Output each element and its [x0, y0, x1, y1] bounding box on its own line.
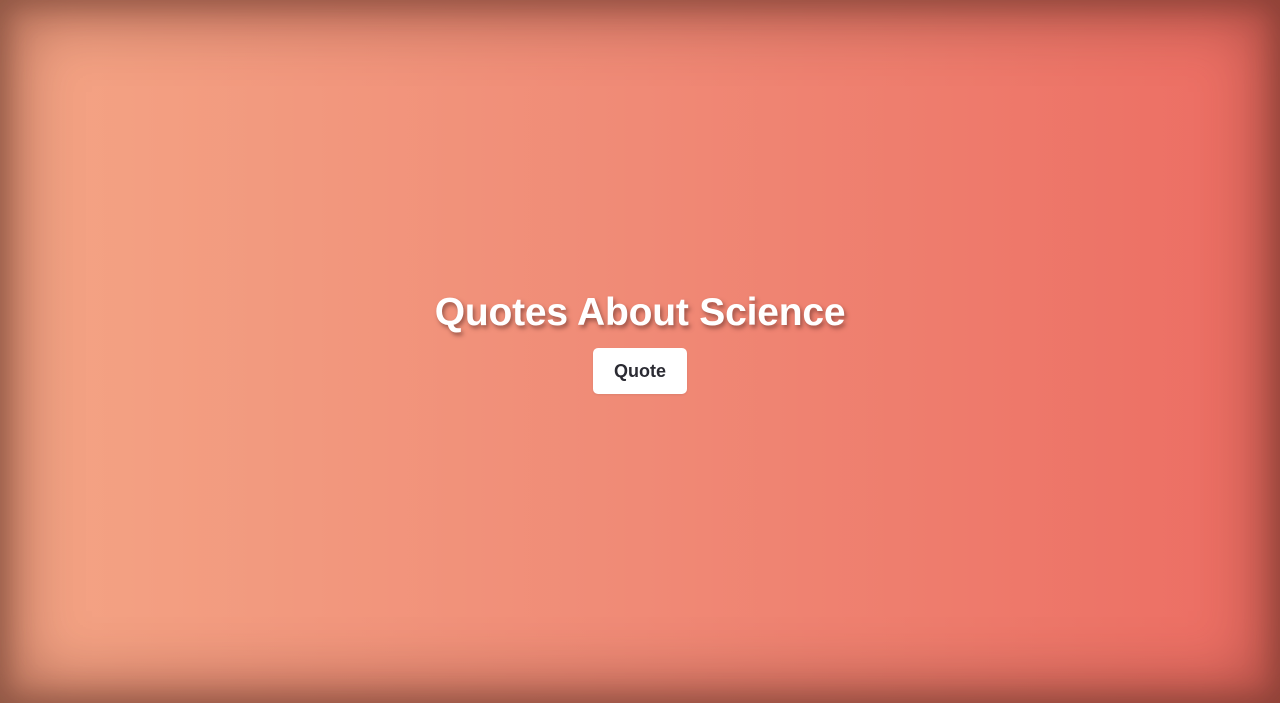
hero-section: Quotes About Science Quote: [0, 289, 1280, 394]
page-background: Quotes About Science Quote: [0, 0, 1280, 703]
quote-button[interactable]: Quote: [593, 348, 687, 394]
page-title: Quotes About Science: [434, 291, 846, 334]
